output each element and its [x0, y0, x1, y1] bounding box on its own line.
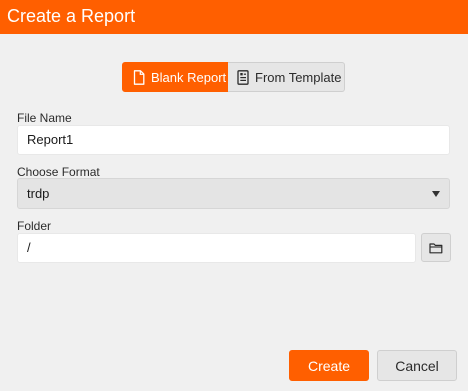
from-template-label: From Template [255, 69, 342, 85]
cancel-button[interactable]: Cancel [377, 350, 457, 381]
chevron-down-icon [432, 191, 440, 197]
dialog-title: Create a Report [0, 0, 468, 34]
choose-format-label: Choose Format [17, 165, 100, 179]
format-select-value: trdp [27, 186, 50, 201]
folder-icon [429, 242, 443, 253]
browse-folder-button[interactable] [421, 233, 451, 262]
from-template-option[interactable]: From Template [228, 62, 345, 92]
blank-page-icon [133, 69, 145, 85]
blank-report-label: Blank Report [151, 69, 227, 85]
file-name-input[interactable]: Report1 [17, 125, 450, 155]
report-source-toggle: Blank Report From Template [122, 62, 345, 92]
format-select[interactable]: trdp [17, 178, 450, 209]
folder-input[interactable]: / [17, 233, 416, 263]
folder-label: Folder [17, 219, 52, 233]
file-name-label: File Name [17, 111, 72, 125]
template-document-icon [237, 69, 249, 85]
blank-report-option[interactable]: Blank Report [122, 62, 228, 92]
create-button[interactable]: Create [289, 350, 369, 381]
